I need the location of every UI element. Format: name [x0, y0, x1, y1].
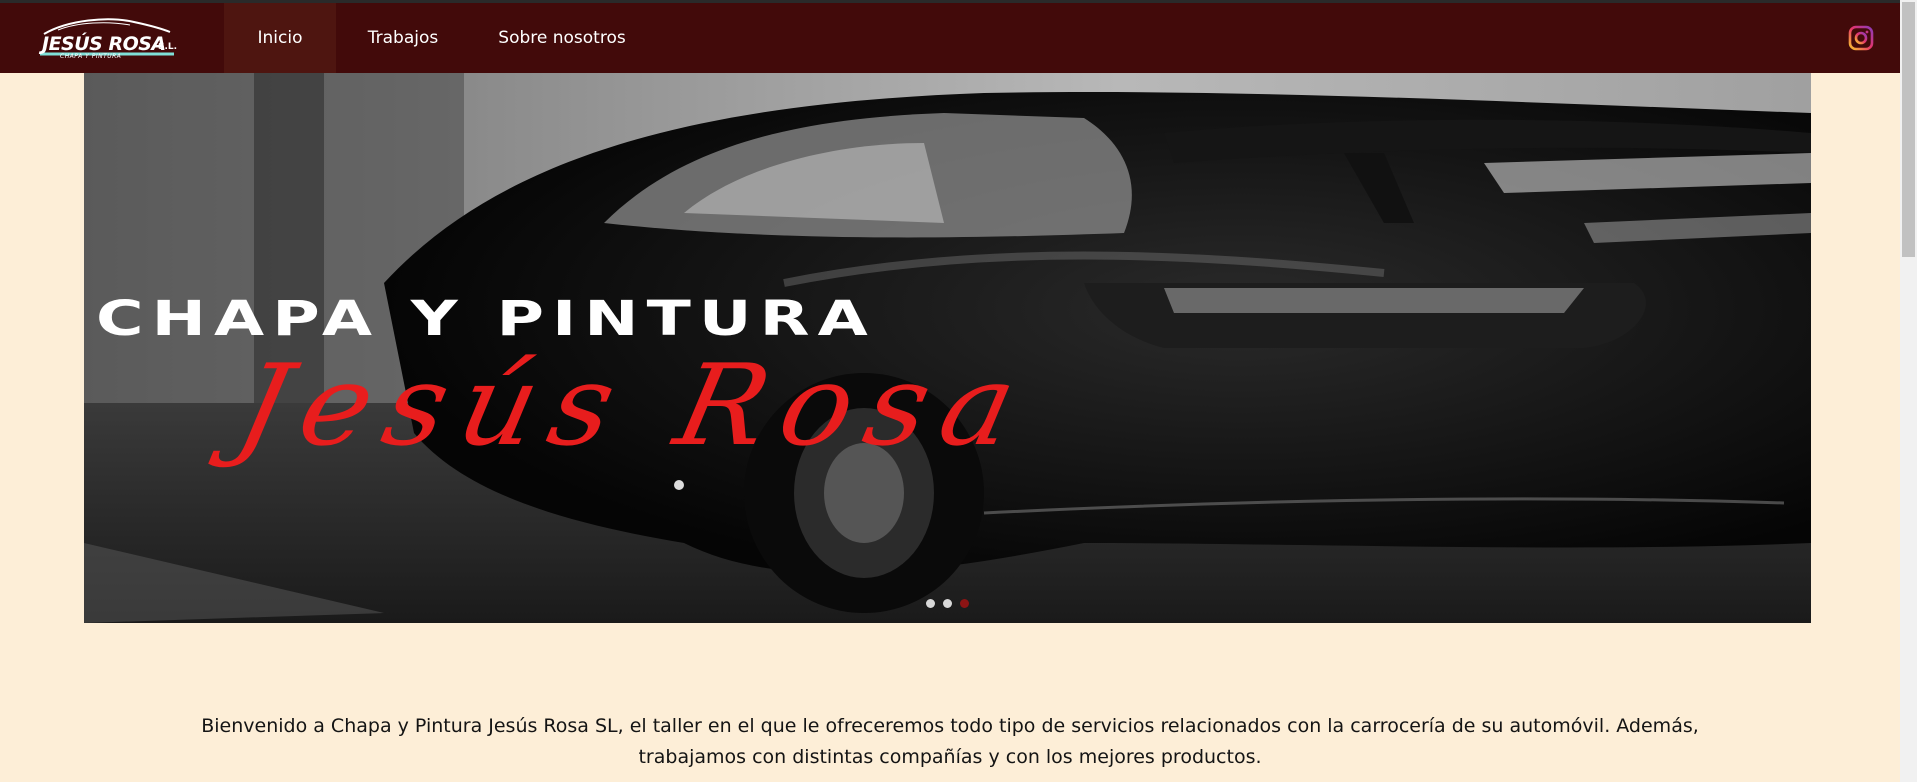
brand-name: JESÚS ROSA [42, 33, 166, 55]
hero-carousel[interactable]: CHAPA Y PINTURA Jesús Rosa [84, 73, 1811, 623]
scrollbar-thumb[interactable] [1902, 2, 1915, 257]
carousel-indicators [926, 599, 976, 611]
nav-link-trabajos[interactable]: Trabajos [340, 3, 466, 73]
carousel-dot-2[interactable] [943, 599, 952, 608]
nav-link-inicio[interactable]: Inicio [224, 3, 336, 73]
carousel-dot-3[interactable] [960, 599, 969, 608]
instagram-icon[interactable] [1848, 25, 1874, 51]
brand-logo[interactable]: JESÚS ROSA S.L. CHAPA Y PINTURA [38, 16, 178, 60]
welcome-text: Bienvenido a Chapa y Pintura Jesús Rosa … [201, 715, 1699, 768]
nav-link-sobre-nosotros[interactable]: Sobre nosotros [480, 3, 644, 73]
brand-suffix: S.L. [158, 42, 178, 52]
navbar: JESÚS ROSA S.L. CHAPA Y PINTURA Inicio T… [0, 3, 1900, 73]
brand-tagline: CHAPA Y PINTURA [60, 53, 122, 60]
carousel-dot-1[interactable] [926, 599, 935, 608]
hero-title: CHAPA Y PINTURA [96, 291, 876, 347]
hero-script-title: Jesús Rosa [226, 341, 1042, 471]
